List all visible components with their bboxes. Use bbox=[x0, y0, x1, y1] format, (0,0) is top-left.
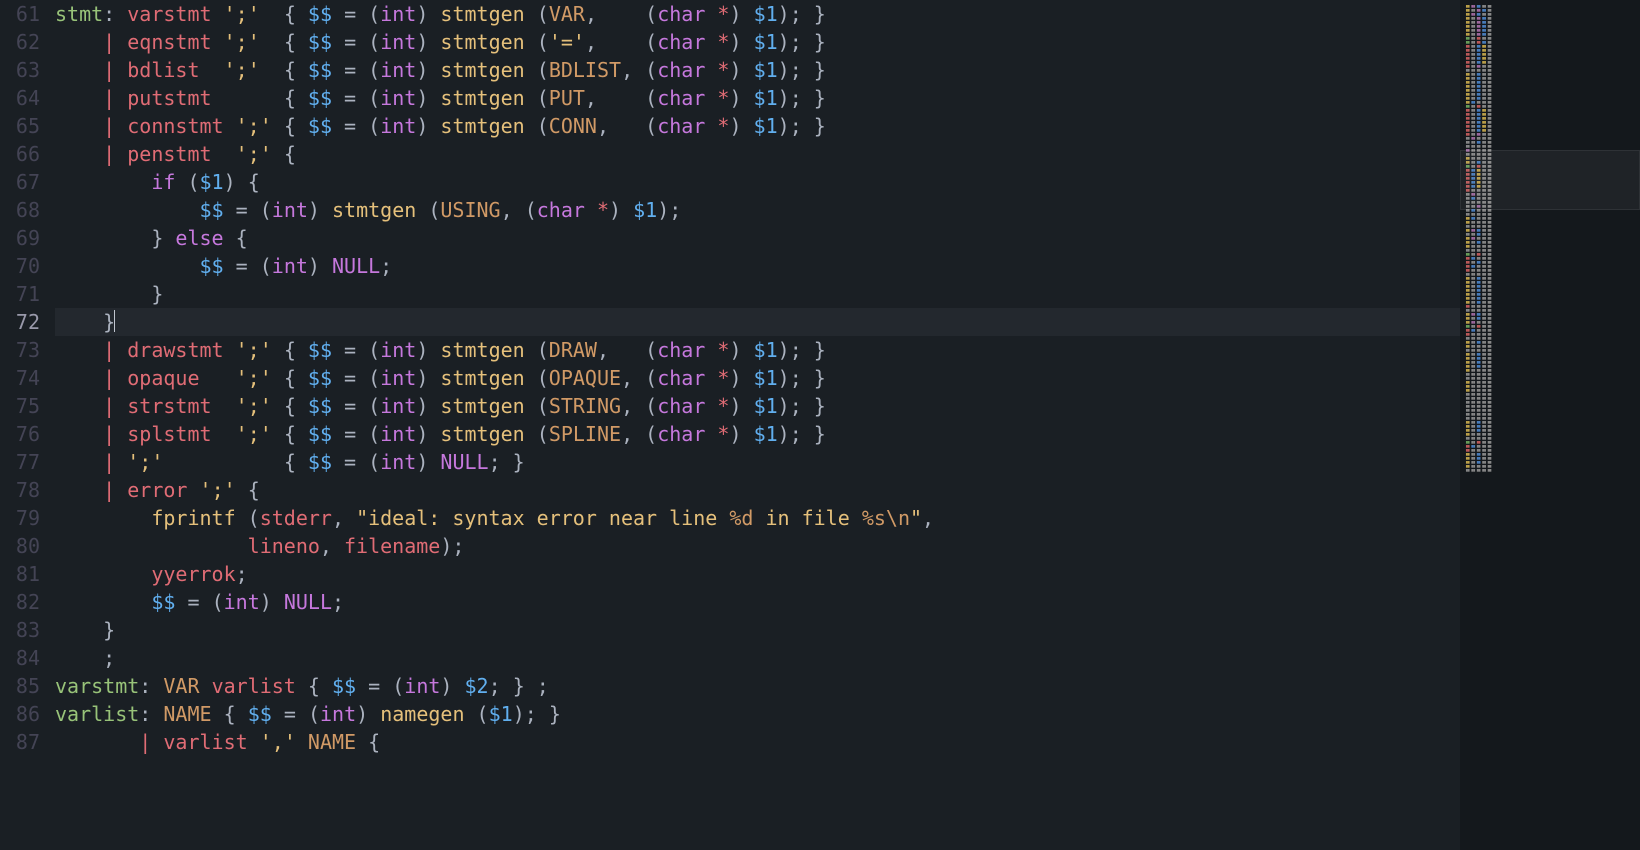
code-line[interactable]: | splstmt ';' { $$ = (int) stmtgen (SPLI… bbox=[55, 420, 1460, 448]
code-line[interactable]: yyerrok; bbox=[55, 560, 1460, 588]
code-line[interactable]: | strstmt ';' { $$ = (int) stmtgen (STRI… bbox=[55, 392, 1460, 420]
code-line[interactable]: } bbox=[55, 280, 1460, 308]
code-line[interactable]: ; bbox=[55, 644, 1460, 672]
line-number[interactable]: 85 bbox=[0, 672, 40, 700]
line-number[interactable]: 75 bbox=[0, 392, 40, 420]
code-line[interactable]: | error ';' { bbox=[55, 476, 1460, 504]
code-line[interactable]: fprintf (stderr, "ideal: syntax error ne… bbox=[55, 504, 1460, 532]
minimap-line: ▆▆ ▆▆ ▆▆ ▆▆ ▆▆ bbox=[1466, 468, 1634, 472]
code-line[interactable]: } bbox=[55, 308, 1460, 336]
line-number[interactable]: 63 bbox=[0, 56, 40, 84]
line-number[interactable]: 67 bbox=[0, 168, 40, 196]
line-number[interactable]: 68 bbox=[0, 196, 40, 224]
code-line[interactable]: | eqnstmt ';' { $$ = (int) stmtgen ('=',… bbox=[55, 28, 1460, 56]
code-line[interactable]: varstmt: VAR varlist { $$ = (int) $2; } … bbox=[55, 672, 1460, 700]
code-line[interactable]: | ';' { $$ = (int) NULL; } bbox=[55, 448, 1460, 476]
line-number-gutter[interactable]: 6162636465666768697071727374757677787980… bbox=[0, 0, 55, 850]
line-number[interactable]: 82 bbox=[0, 588, 40, 616]
line-number[interactable]: 66 bbox=[0, 140, 40, 168]
line-number[interactable]: 62 bbox=[0, 28, 40, 56]
line-number[interactable]: 76 bbox=[0, 420, 40, 448]
line-number[interactable]: 70 bbox=[0, 252, 40, 280]
line-number[interactable]: 84 bbox=[0, 644, 40, 672]
line-number[interactable]: 65 bbox=[0, 112, 40, 140]
line-number[interactable]: 73 bbox=[0, 336, 40, 364]
line-number[interactable]: 87 bbox=[0, 728, 40, 756]
line-number[interactable]: 81 bbox=[0, 560, 40, 588]
line-number[interactable]: 72 bbox=[0, 308, 40, 336]
line-number[interactable]: 69 bbox=[0, 224, 40, 252]
code-line[interactable]: varlist: NAME { $$ = (int) namegen ($1);… bbox=[55, 700, 1460, 728]
code-line[interactable]: $$ = (int) stmtgen (USING, (char *) $1); bbox=[55, 196, 1460, 224]
code-line[interactable]: | putstmt { $$ = (int) stmtgen (PUT, (ch… bbox=[55, 84, 1460, 112]
editor-root: 6162636465666768697071727374757677787980… bbox=[0, 0, 1640, 850]
code-line[interactable]: } else { bbox=[55, 224, 1460, 252]
code-content[interactable]: stmt: varstmt ';' { $$ = (int) stmtgen (… bbox=[55, 0, 1460, 850]
code-line[interactable]: lineno, filename); bbox=[55, 532, 1460, 560]
line-number[interactable]: 79 bbox=[0, 504, 40, 532]
code-line[interactable]: | bdlist ';' { $$ = (int) stmtgen (BDLIS… bbox=[55, 56, 1460, 84]
code-line[interactable]: | opaque ';' { $$ = (int) stmtgen (OPAQU… bbox=[55, 364, 1460, 392]
code-line[interactable]: | penstmt ';' { bbox=[55, 140, 1460, 168]
code-line[interactable]: | drawstmt ';' { $$ = (int) stmtgen (DRA… bbox=[55, 336, 1460, 364]
minimap[interactable]: ▆▆ ▆▆ ▆▆ ▆▆ ▆▆ ▆▆ ▆▆ ▆▆ ▆▆ ▆▆ ▆▆ ▆▆ ▆▆ ▆… bbox=[1460, 0, 1640, 850]
code-line[interactable]: $$ = (int) NULL; bbox=[55, 588, 1460, 616]
code-line[interactable]: if ($1) { bbox=[55, 168, 1460, 196]
minimap-viewport[interactable] bbox=[1460, 150, 1640, 210]
code-area[interactable]: 6162636465666768697071727374757677787980… bbox=[0, 0, 1460, 850]
line-number[interactable]: 61 bbox=[0, 0, 40, 28]
line-number[interactable]: 77 bbox=[0, 448, 40, 476]
line-number[interactable]: 78 bbox=[0, 476, 40, 504]
code-line[interactable]: $$ = (int) NULL; bbox=[55, 252, 1460, 280]
code-line[interactable]: } bbox=[55, 616, 1460, 644]
line-number[interactable]: 74 bbox=[0, 364, 40, 392]
line-number[interactable]: 64 bbox=[0, 84, 40, 112]
line-number[interactable]: 71 bbox=[0, 280, 40, 308]
line-number[interactable]: 80 bbox=[0, 532, 40, 560]
line-number[interactable]: 83 bbox=[0, 616, 40, 644]
code-line[interactable]: | varlist ',' NAME { bbox=[55, 728, 1460, 756]
code-line[interactable]: stmt: varstmt ';' { $$ = (int) stmtgen (… bbox=[55, 0, 1460, 28]
code-line[interactable]: | connstmt ';' { $$ = (int) stmtgen (CON… bbox=[55, 112, 1460, 140]
line-number[interactable]: 86 bbox=[0, 700, 40, 728]
